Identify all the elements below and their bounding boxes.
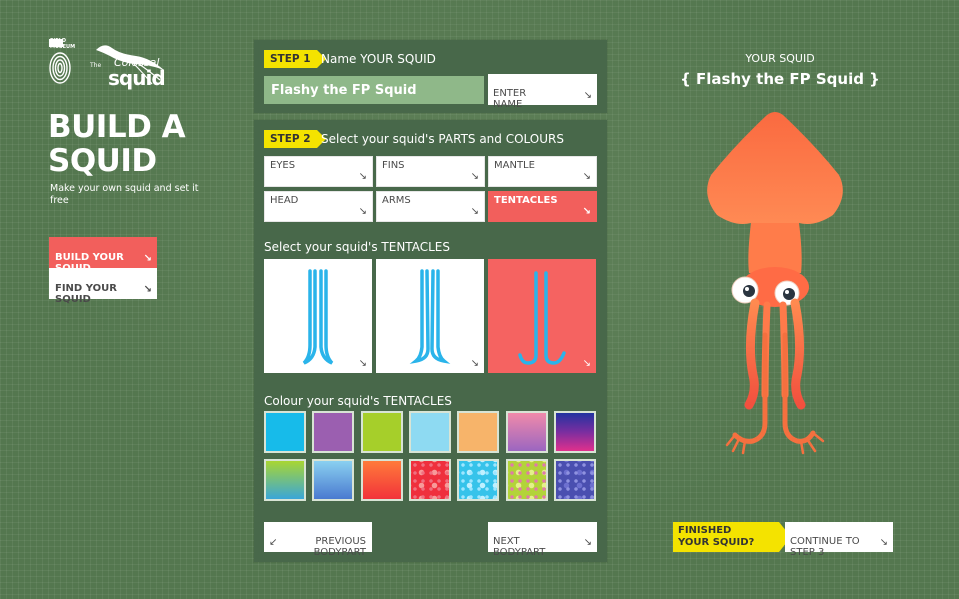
continue-label: CONTINUE TO STEP 3 — [790, 536, 860, 558]
swatch-solid-blue[interactable] — [264, 411, 306, 453]
step1-title: Name YOUR SQUID — [321, 52, 436, 66]
squid-name-display: { Flashy the FP Squid } — [680, 70, 880, 88]
swatch-spotted-indigo[interactable] — [554, 459, 596, 501]
part-label: ARMS — [382, 195, 411, 206]
build-your-squid-button[interactable]: BUILD YOUR SQUID ↘ — [49, 237, 157, 274]
swatch-spotted-lime[interactable] — [506, 459, 548, 501]
part-label: MANTLE — [494, 160, 535, 171]
arrow-down-right-icon: ↘ — [358, 358, 367, 369]
arrow-down-right-icon: ↘ — [582, 358, 591, 369]
colossal-small-text: The — [90, 62, 102, 69]
arrow-down-right-icon: ↘ — [470, 171, 479, 182]
swatch-solid-light-blue[interactable] — [409, 411, 451, 453]
part-label: FINS — [382, 160, 405, 171]
logo-area: FIELD MUSEUM The Colossal squid — [48, 38, 168, 94]
swatch-gradient-navy-magenta[interactable] — [554, 411, 596, 453]
step2-badge: STEP 2 — [264, 130, 326, 148]
swatch-gradient-blue-green[interactable] — [264, 459, 306, 501]
part-arms-button[interactable]: ARMS ↘ — [376, 191, 485, 222]
finished-your-squid-badge: FINISHED YOUR SQUID? — [673, 522, 791, 552]
arrow-down-right-icon: ↘ — [583, 90, 592, 101]
page-subtitle: Make your own squid and set it free — [50, 183, 199, 206]
find-your-squid-button[interactable]: FIND YOUR SQUID ↘ — [49, 268, 157, 305]
tentacle-option-3[interactable]: ↘ — [488, 259, 596, 373]
swatch-solid-lime[interactable] — [361, 411, 403, 453]
museum-logo-text: FIELD MUSEUM — [50, 38, 76, 50]
enter-name-button[interactable]: ENTER NAME ↘ — [488, 74, 597, 110]
step2-title: Select your squid's PARTS and COLOURS — [321, 132, 564, 146]
swatch-solid-purple[interactable] — [312, 411, 354, 453]
step1-panel: STEP 1 Name YOUR SQUID ENTER NAME ↘ — [254, 40, 607, 113]
swatch-gradient-orange-red[interactable] — [361, 459, 403, 501]
step1-badge: STEP 1 — [264, 50, 326, 68]
tentacle-style-3-icon — [518, 271, 566, 365]
arrow-down-right-icon: ↘ — [143, 284, 152, 295]
arrow-down-right-icon: ↘ — [358, 206, 367, 217]
fingerprint-logo-icon: FIELD MUSEUM — [48, 38, 76, 90]
arrow-down-right-icon: ↘ — [583, 537, 592, 548]
colossal-squid-logo: The Colossal squid — [90, 40, 168, 92]
swatch-gradient-sky-blue[interactable] — [312, 459, 354, 501]
tentacle-style-2-icon — [409, 269, 451, 364]
arrow-down-right-icon: ↘ — [582, 206, 591, 217]
squid-word: squid — [108, 66, 166, 90]
enter-name-label: ENTER NAME — [493, 88, 527, 110]
part-label: EYES — [270, 160, 296, 171]
part-tentacles-button[interactable]: TENTACLES ↘ — [488, 191, 597, 222]
tentacle-style-1-icon — [302, 269, 334, 365]
tentacle-option-2[interactable]: ↘ — [376, 259, 484, 373]
squid-preview — [695, 105, 855, 469]
next-bodypart-button[interactable]: NEXT BODYPART ↘ — [488, 522, 597, 558]
part-mantle-button[interactable]: MANTLE ↘ — [488, 156, 597, 187]
arrow-down-right-icon: ↘ — [582, 171, 591, 182]
squid-name-input[interactable] — [264, 76, 484, 104]
swatch-gradient-pink-purple[interactable] — [506, 411, 548, 453]
your-squid-label: YOUR SQUID — [745, 52, 815, 65]
previous-bodypart-button[interactable]: PREVIOUS BODYPART ↙ — [264, 522, 372, 558]
swatch-spotted-cyan[interactable] — [457, 459, 499, 501]
continue-to-step3-button[interactable]: CONTINUE TO STEP 3 ↘ — [785, 522, 893, 558]
part-fins-button[interactable]: FINS ↘ — [376, 156, 485, 187]
next-bodypart-label: NEXT BODYPART — [493, 536, 546, 558]
find-your-squid-label: FIND YOUR SQUID — [55, 283, 117, 305]
arrow-down-right-icon: ↘ — [358, 171, 367, 182]
page-title: BUILD A SQUID — [48, 109, 186, 179]
part-head-button[interactable]: HEAD ↘ — [264, 191, 373, 222]
swatch-solid-peach[interactable] — [457, 411, 499, 453]
swatch-spotted-red[interactable] — [409, 459, 451, 501]
arrow-down-right-icon: ↘ — [879, 537, 888, 548]
arrow-down-right-icon: ↘ — [143, 253, 152, 264]
squid-illustration-icon — [707, 112, 843, 455]
part-label: HEAD — [270, 195, 299, 206]
colour-tentacles-label: Colour your squid's TENTACLES — [264, 394, 452, 408]
arrow-down-right-icon: ↘ — [470, 358, 479, 369]
previous-bodypart-label: PREVIOUS BODYPART — [313, 536, 366, 558]
part-label: TENTACLES — [494, 195, 558, 206]
select-tentacles-label: Select your squid's TENTACLES — [264, 240, 450, 254]
arrow-down-right-icon: ↘ — [470, 206, 479, 217]
tentacle-option-1[interactable]: ↘ — [264, 259, 372, 373]
step2-panel: STEP 2 Select your squid's PARTS and COL… — [254, 120, 607, 562]
part-eyes-button[interactable]: EYES ↘ — [264, 156, 373, 187]
arrow-down-left-icon: ↙ — [269, 537, 278, 548]
